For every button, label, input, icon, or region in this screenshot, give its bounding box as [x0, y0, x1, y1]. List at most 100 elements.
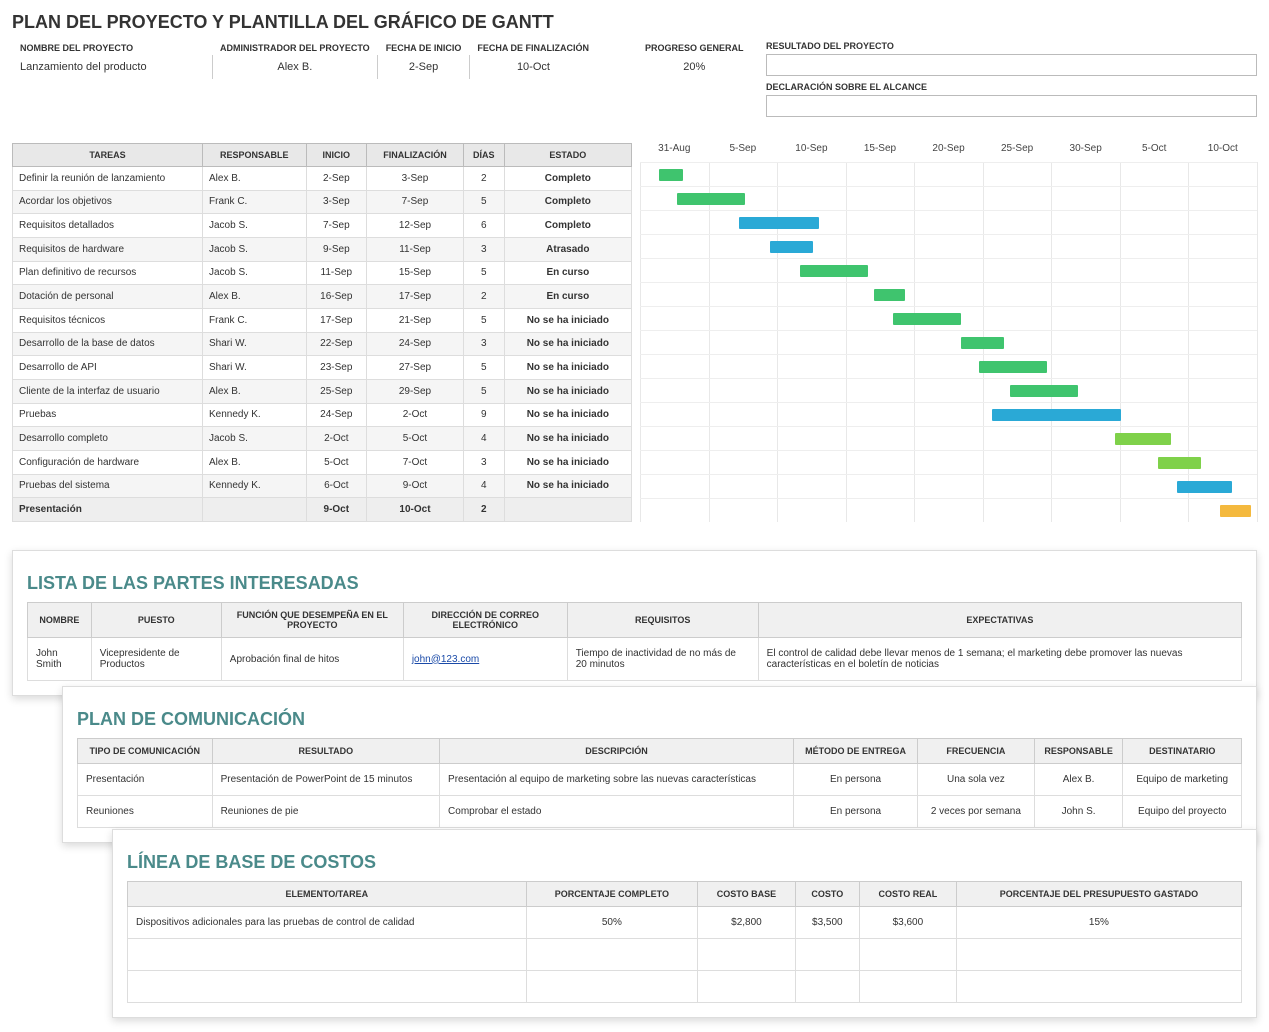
task-row: Desarrollo completoJacob S.2-Oct5-Oct4No… — [13, 427, 632, 451]
stakeholders-card: LISTA DE LAS PARTES INTERESADAS NOMBREPU… — [12, 550, 1257, 696]
task-row: Configuración de hardwareAlex B.5-Oct7-O… — [13, 450, 632, 474]
gantt-row — [640, 330, 1257, 354]
communication-table: TIPO DE COMUNICACIÓNRESULTADODESCRIPCIÓN… — [77, 738, 1242, 828]
gantt-date: 15-Sep — [846, 143, 915, 154]
gantt-bar — [992, 409, 1122, 421]
cost-title: LÍNEA DE BASE DE COSTOS — [127, 852, 1242, 873]
comm-header: RESPONSABLE — [1034, 739, 1123, 764]
meta-h-admin: ADMINISTRADOR DEL PROYECTO — [212, 41, 378, 55]
task-table: TAREASRESPONSABLEINICIOFINALIZACIÓNDÍASE… — [12, 143, 632, 522]
email-link[interactable]: john@123.com — [412, 654, 479, 665]
stk-header: PUESTO — [91, 603, 221, 638]
gantt-row — [640, 474, 1257, 498]
communication-title: PLAN DE COMUNICACIÓN — [77, 709, 1242, 730]
task-row: Requisitos detalladosJacob S.7-Sep12-Sep… — [13, 214, 632, 238]
meta-h-end: FECHA DE FINALIZACIÓN — [469, 41, 597, 55]
task-row: Desarrollo de APIShari W.23-Sep27-Sep5No… — [13, 356, 632, 380]
gantt-date: 10-Oct — [1189, 143, 1258, 154]
task-header-end: FINALIZACIÓN — [367, 144, 464, 167]
gantt-row — [640, 234, 1257, 258]
gantt-bar — [961, 337, 1004, 349]
gantt-date: 10-Sep — [777, 143, 846, 154]
stakeholder-row: John SmithVicepresidente de ProductosApr… — [28, 638, 1242, 681]
gantt-date: 20-Sep — [914, 143, 983, 154]
gantt-bar — [893, 313, 961, 325]
cost-header: COSTO REAL — [859, 882, 956, 907]
stk-header: EXPECTATIVAS — [758, 603, 1241, 638]
task-row: Plan definitivo de recursosJacob S.11-Se… — [13, 261, 632, 285]
gantt-bar — [874, 289, 905, 301]
task-row: Pruebas del sistemaKennedy K.6-Oct9-Oct4… — [13, 474, 632, 498]
task-row: Presentación9-Oct10-Oct2 — [13, 498, 632, 522]
gantt-bar — [1010, 385, 1078, 397]
cost-header: COSTO — [795, 882, 859, 907]
cost-row-empty — [128, 971, 1242, 1003]
task-header-start: INICIO — [306, 144, 366, 167]
gantt-bar — [1220, 505, 1251, 517]
gantt-bar — [659, 169, 684, 181]
comm-header: RESULTADO — [212, 739, 439, 764]
task-header-days: DÍAS — [463, 144, 504, 167]
meta-table: NOMBRE DEL PROYECTO ADMINISTRADOR DEL PR… — [12, 41, 752, 79]
cost-header: PORCENTAJE DEL PRESUPUESTO GASTADO — [956, 882, 1241, 907]
task-row: Requisitos técnicosFrank C.17-Sep21-Sep5… — [13, 308, 632, 332]
scope-label: DECLARACIÓN SOBRE EL ALCANCE — [766, 82, 1257, 92]
gantt-bar — [1158, 457, 1201, 469]
comm-header: MÉTODO DE ENTREGA — [794, 739, 918, 764]
comm-header: TIPO DE COMUNICACIÓN — [78, 739, 213, 764]
comm-header: DESCRIPCIÓN — [440, 739, 794, 764]
gantt-row — [640, 162, 1257, 186]
gantt-bar — [677, 193, 745, 205]
task-row: Dotación de personalAlex B.16-Sep17-Sep2… — [13, 285, 632, 309]
meta-h-start: FECHA DE INICIO — [378, 41, 470, 55]
meta-admin: Alex B. — [212, 55, 378, 79]
task-header-status: ESTADO — [504, 144, 631, 167]
gantt-date: 31-Aug — [640, 143, 709, 154]
communication-card: PLAN DE COMUNICACIÓN TIPO DE COMUNICACIÓ… — [62, 686, 1257, 843]
gantt-row — [640, 450, 1257, 474]
gantt-bar — [739, 217, 819, 229]
gantt-row — [640, 402, 1257, 426]
gantt-row — [640, 426, 1257, 450]
gantt-bar — [1177, 481, 1233, 493]
stk-header: DIRECCIÓN DE CORREO ELECTRÓNICO — [403, 603, 567, 638]
gantt-row — [640, 354, 1257, 378]
gantt-chart: 31-Aug5-Sep10-Sep15-Sep20-Sep25-Sep30-Se… — [640, 143, 1257, 522]
task-header-resp: RESPONSABLE — [203, 144, 307, 167]
gantt-date: 25-Sep — [983, 143, 1052, 154]
task-row: Cliente de la interfaz de usuarioAlex B.… — [13, 379, 632, 403]
cost-header: ELEMENTO/TAREA — [128, 882, 527, 907]
cost-card: LÍNEA DE BASE DE COSTOS ELEMENTO/TAREAPO… — [112, 829, 1257, 1018]
gantt-bar — [800, 265, 868, 277]
scope-input[interactable] — [766, 95, 1257, 117]
meta-h-name: NOMBRE DEL PROYECTO — [12, 41, 212, 55]
stakeholders-title: LISTA DE LAS PARTES INTERESADAS — [27, 573, 1242, 594]
comm-header: FRECUENCIA — [918, 739, 1035, 764]
project-meta: NOMBRE DEL PROYECTO ADMINISTRADOR DEL PR… — [12, 41, 1257, 123]
result-input[interactable] — [766, 54, 1257, 76]
gantt-bar — [1115, 433, 1171, 445]
cost-header: PORCENTAJE COMPLETO — [526, 882, 698, 907]
comm-row: PresentaciónPresentación de PowerPoint d… — [78, 764, 1242, 796]
task-row: Requisitos de hardwareJacob S.9-Sep11-Se… — [13, 237, 632, 261]
comm-row: ReunionesReuniones de pieComprobar el es… — [78, 796, 1242, 828]
meta-progress: 20% — [637, 55, 752, 79]
gantt-row — [640, 378, 1257, 402]
cost-table: ELEMENTO/TAREAPORCENTAJE COMPLETOCOSTO B… — [127, 881, 1242, 1003]
meta-start: 2-Sep — [378, 55, 470, 79]
meta-end: 10-Oct — [469, 55, 597, 79]
meta-name: Lanzamiento del producto — [12, 55, 212, 79]
gantt-bar — [770, 241, 813, 253]
cost-header: COSTO BASE — [698, 882, 796, 907]
page-title: PLAN DEL PROYECTO Y PLANTILLA DEL GRÁFIC… — [12, 12, 1257, 33]
stk-header: NOMBRE — [28, 603, 92, 638]
gantt-date: 30-Sep — [1051, 143, 1120, 154]
cost-row: Dispositivos adicionales para las prueba… — [128, 907, 1242, 939]
gantt-date: 5-Sep — [709, 143, 778, 154]
stakeholders-table: NOMBREPUESTOFUNCIÓN QUE DESEMPEÑA EN EL … — [27, 602, 1242, 681]
gantt-row — [640, 186, 1257, 210]
gantt-row — [640, 210, 1257, 234]
cost-row-empty — [128, 939, 1242, 971]
comm-header: DESTINATARIO — [1123, 739, 1242, 764]
task-header-task: TAREAS — [13, 144, 203, 167]
